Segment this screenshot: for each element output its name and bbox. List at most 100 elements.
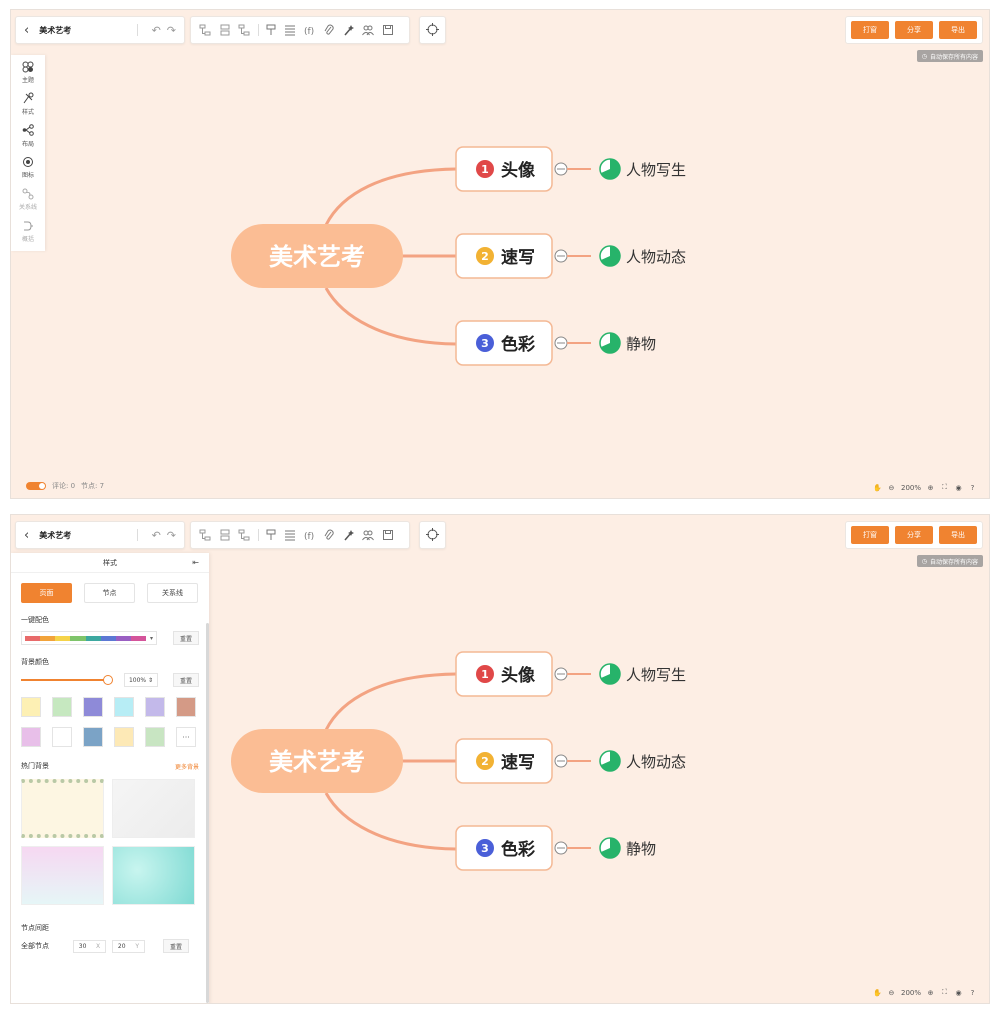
opacity-input[interactable]: 100% ⇕ [124,673,158,687]
document-title[interactable]: 美术艺考 [39,530,128,541]
list-icon[interactable] [284,527,297,543]
sidebar-item-icon[interactable]: 图标 [22,155,35,187]
hand-tool-icon[interactable]: ✋ [873,988,882,997]
add-parent-node-icon[interactable] [238,527,251,543]
bg-thumbnail-teal[interactable] [112,846,195,905]
print-button[interactable]: 打窗 [851,526,889,544]
attachment-icon[interactable] [323,22,336,38]
priority-number: 3 [481,337,489,350]
formula-icon[interactable]: (f) [303,22,316,38]
comment-toggle[interactable] [26,482,46,490]
sidebar-item-style[interactable]: 样式 [22,92,35,124]
subtopic-label[interactable]: 静物 [626,840,656,858]
collapse-panel-icon[interactable]: ⇤ [192,558,199,567]
subtopic-label[interactable]: 人物动态 [626,753,686,771]
color-swatch[interactable] [145,697,165,717]
subtopic-label[interactable]: 人物写生 [626,161,686,179]
more-bg-link[interactable]: 更多背景 [175,762,199,771]
add-child-node-icon[interactable] [199,22,212,38]
branch-node-1[interactable]: 1 头像 [455,146,553,192]
branch-node-3[interactable]: 3 色彩 [455,825,553,871]
reset-spacing-button[interactable]: 重置 [163,939,189,953]
magic-wand-icon[interactable] [342,527,355,543]
preview-eye-icon[interactable]: ◉ [954,483,963,492]
format-painter-icon[interactable] [264,22,277,38]
branch-node-3[interactable]: 3 色彩 [455,320,553,366]
undo-icon[interactable]: ↶ [152,529,161,542]
sidebar-item-summary[interactable]: 概括 [22,219,35,251]
help-icon[interactable]: ? [968,988,977,997]
format-painter-icon[interactable] [264,527,277,543]
formula-icon[interactable]: (f) [303,527,316,543]
locate-button[interactable] [419,521,446,549]
color-scheme-select[interactable]: ▾ [21,631,157,645]
help-icon[interactable]: ? [968,483,977,492]
export-button[interactable]: 导出 [939,526,977,544]
add-sibling-node-icon[interactable] [219,22,232,38]
branch-node-1[interactable]: 1 头像 [455,651,553,697]
save-icon[interactable] [381,527,394,543]
color-swatch[interactable] [83,727,103,747]
share-button[interactable]: 分享 [895,21,933,39]
add-parent-node-icon[interactable] [238,22,251,38]
locate-button[interactable] [419,16,446,44]
color-swatch[interactable] [83,697,103,717]
color-swatch[interactable] [21,697,41,717]
subtopic-label[interactable]: 人物动态 [626,248,686,266]
fit-screen-icon[interactable]: ⛶ [940,483,949,492]
back-arrow-icon[interactable]: ‹ [24,23,29,38]
preview-eye-icon[interactable]: ◉ [954,988,963,997]
undo-icon[interactable]: ↶ [152,24,161,37]
color-swatch[interactable] [114,697,134,717]
panel-scrollbar[interactable] [206,623,209,1003]
zoom-in-icon[interactable]: ⊕ [926,483,935,492]
save-icon[interactable] [381,22,394,38]
reset-bg-button[interactable]: 重置 [173,673,199,687]
redo-icon[interactable]: ↷ [167,24,176,37]
sidebar-item-layout[interactable]: 布局 [22,124,35,156]
tab-relation-line[interactable]: 关系线 [147,583,198,603]
color-swatch[interactable] [21,727,41,747]
zoom-out-icon[interactable]: ⊖ [887,483,896,492]
zoom-in-icon[interactable]: ⊕ [926,988,935,997]
add-child-node-icon[interactable] [199,527,212,543]
hand-tool-icon[interactable]: ✋ [873,483,882,492]
collaborators-icon[interactable] [362,22,375,38]
fit-screen-icon[interactable]: ⛶ [940,988,949,997]
color-swatch[interactable] [52,727,72,747]
bg-thumbnail-pastel-gradient[interactable] [21,846,104,905]
sidebar-item-relation-line[interactable]: 关系线 [19,187,37,219]
theme-icon [22,60,35,73]
zoom-out-icon[interactable]: ⊖ [887,988,896,997]
sidebar-item-theme[interactable]: 主题 [22,60,35,92]
branch-node-2[interactable]: 2 速写 [455,233,553,279]
tab-node[interactable]: 节点 [84,583,135,603]
color-swatch[interactable] [145,727,165,747]
share-button[interactable]: 分享 [895,526,933,544]
back-arrow-icon[interactable]: ‹ [24,528,29,543]
more-colors-icon[interactable]: ··· [176,727,196,747]
color-swatch[interactable] [52,697,72,717]
list-icon[interactable] [284,22,297,38]
branch-node-2[interactable]: 2 速写 [455,738,553,784]
document-title[interactable]: 美术艺考 [39,25,128,36]
bg-thumbnail-floral[interactable] [21,779,104,838]
color-swatch[interactable] [176,697,196,717]
tab-page[interactable]: 页面 [21,583,72,603]
redo-icon[interactable]: ↷ [167,529,176,542]
export-button[interactable]: 导出 [939,21,977,39]
spacing-y-input[interactable]: 20 Y [112,939,145,953]
spacing-x-input[interactable]: 30 X [73,939,106,953]
opacity-slider[interactable] [21,675,113,685]
color-swatch[interactable] [114,727,134,747]
magic-wand-icon[interactable] [342,22,355,38]
reset-color-scheme-button[interactable]: 重置 [173,631,199,645]
attachment-icon[interactable] [323,527,336,543]
collaborators-icon[interactable] [362,527,375,543]
subtopic-label[interactable]: 人物写生 [626,666,686,684]
print-button[interactable]: 打窗 [851,21,889,39]
bg-thumbnail-light-gray[interactable] [112,779,195,838]
add-sibling-node-icon[interactable] [219,527,232,543]
zoom-controls: ✋ ⊖ 200% ⊕ ⛶ ◉ ? [873,988,977,997]
subtopic-label[interactable]: 静物 [626,335,656,353]
